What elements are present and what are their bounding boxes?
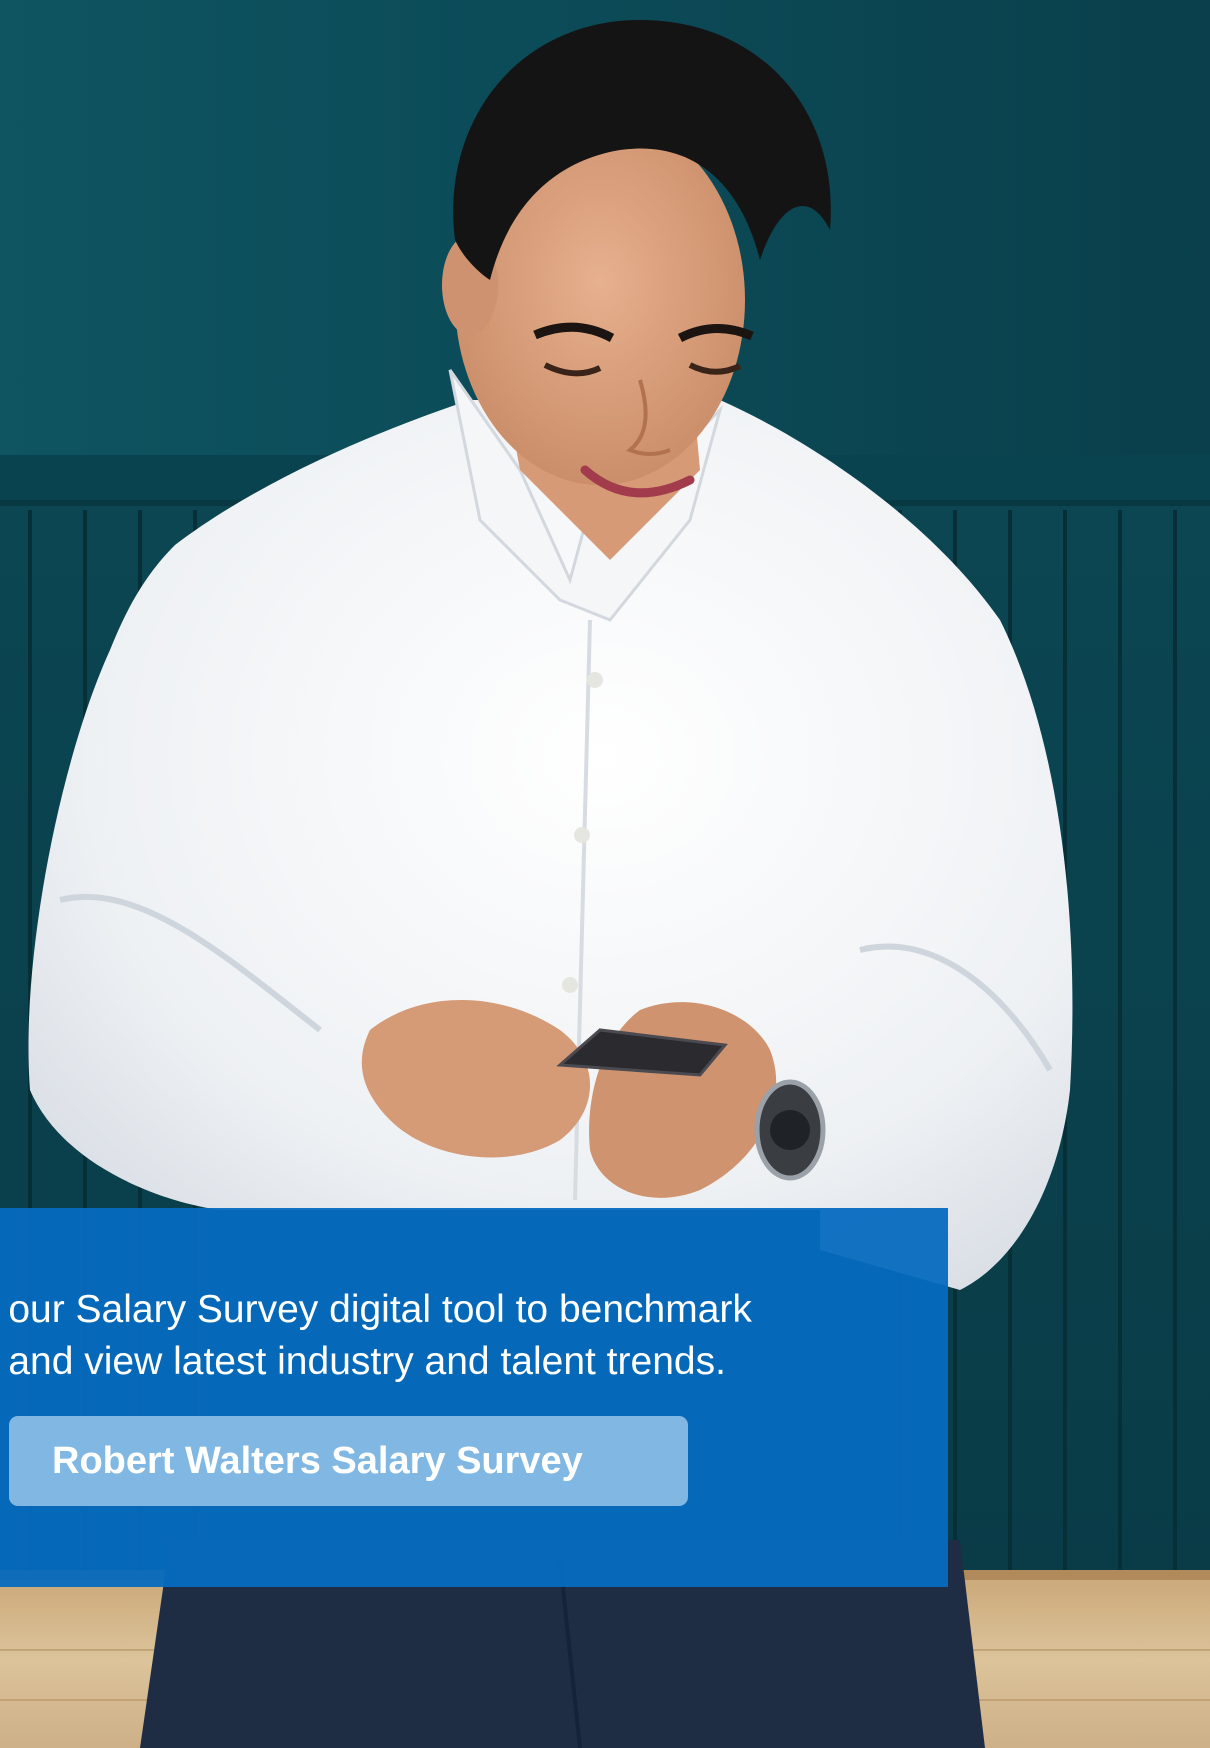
salary-survey-button[interactable]: Robert Walters Salary Survey <box>9 1416 688 1506</box>
salary-survey-promo-panel: s our Salary Survey digital tool to benc… <box>0 1208 948 1587</box>
promo-text-line-2: s and view latest industry and talent tr… <box>0 1340 726 1383</box>
promo-text-line-1: s our Salary Survey digital tool to benc… <box>0 1288 752 1331</box>
promo-description: s our Salary Survey digital tool to benc… <box>0 1284 918 1388</box>
